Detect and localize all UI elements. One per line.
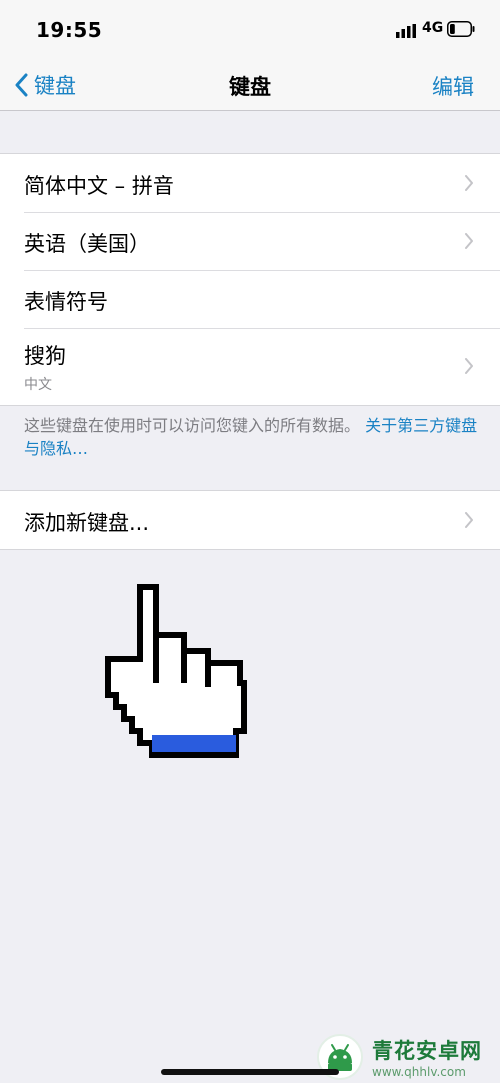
- navigation-bar: 键盘 键盘 编辑: [0, 58, 500, 111]
- chevron-right-icon: [465, 233, 473, 249]
- signal-icon: [396, 24, 416, 38]
- watermark-title: 青花安卓网: [372, 1038, 482, 1063]
- chevron-right-icon: [465, 358, 473, 374]
- keyboard-label: 简体中文 – 拼音: [24, 174, 174, 198]
- add-keyboard-row[interactable]: 添加新键盘...: [0, 491, 500, 549]
- page-title: 键盘: [229, 75, 271, 99]
- chevron-right-icon: [465, 512, 473, 528]
- footnote-text: 这些键盘在使用时可以访问您键入的所有数据。: [24, 416, 361, 435]
- chevron-right-icon: [465, 175, 473, 191]
- keyboard-subtitle: 中文: [24, 377, 52, 393]
- privacy-footnote: 这些键盘在使用时可以访问您键入的所有数据。 关于第三方键盘与隐私…: [24, 414, 480, 460]
- keyboard-row-english[interactable]: 英语（美国）: [0, 212, 500, 270]
- status-time: 19:55: [36, 18, 103, 42]
- edit-button[interactable]: 编辑: [432, 71, 474, 101]
- status-bar: 19:55 4G: [0, 0, 500, 58]
- keyboard-row-emoji[interactable]: 表情符号: [0, 270, 500, 328]
- add-keyboard-label: 添加新键盘...: [24, 511, 150, 535]
- keyboard-label: 英语（美国）: [24, 232, 150, 256]
- add-keyboard-group: 添加新键盘...: [0, 490, 500, 550]
- keyboard-row-sogou[interactable]: 搜狗 中文: [0, 328, 500, 405]
- keyboard-label: 表情符号: [24, 290, 108, 314]
- hand-pointer-icon: [105, 584, 247, 758]
- network-type: 4G: [422, 20, 444, 36]
- watermark-url: www.qhhlv.com: [372, 1064, 466, 1079]
- watermark: 青花安卓网 www.qhhlv.com: [314, 1030, 500, 1083]
- keyboard-label: 搜狗: [24, 344, 66, 368]
- battery-icon: [447, 21, 475, 37]
- keyboard-row-pinyin[interactable]: 简体中文 – 拼音: [0, 154, 500, 212]
- home-indicator[interactable]: [161, 1069, 339, 1075]
- keyboard-list: 简体中文 – 拼音 英语（美国） 表情符号 搜狗 中文: [0, 153, 500, 406]
